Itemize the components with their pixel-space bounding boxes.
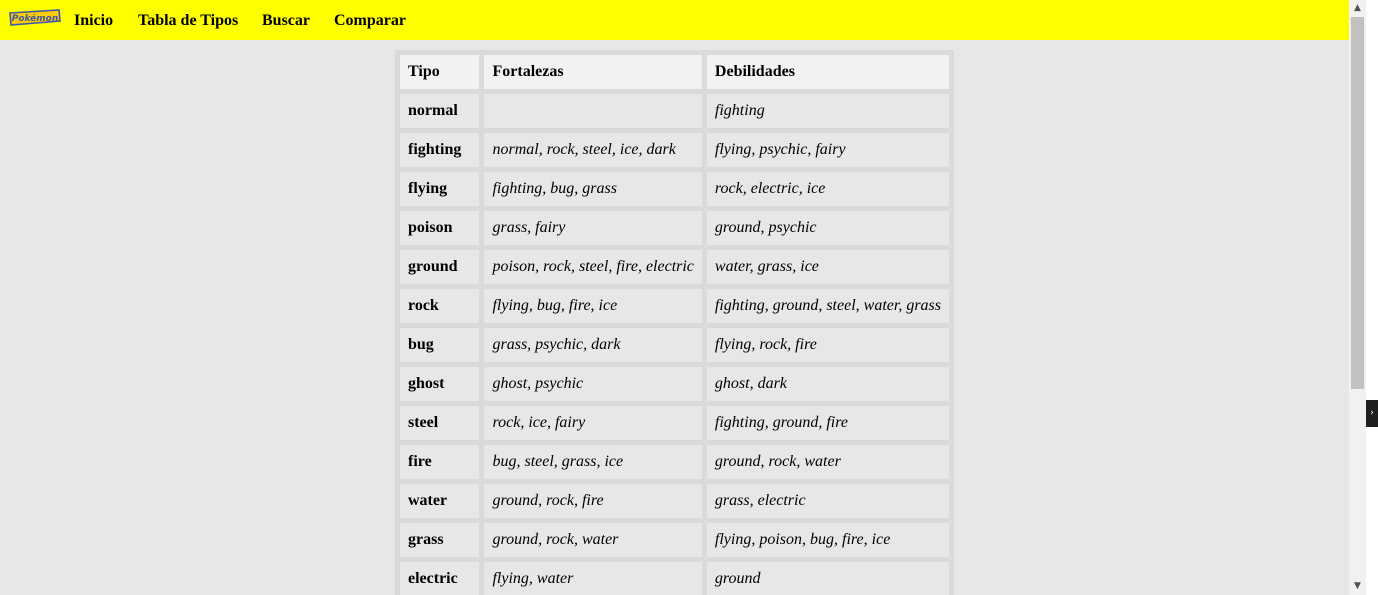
pokemon-logo[interactable]: Pokémon	[9, 9, 61, 27]
weaknesses-cell: ground	[706, 562, 949, 595]
weaknesses-cell: rock, electric, ice	[706, 172, 949, 206]
strengths-cell: ghost, psychic	[484, 367, 702, 401]
strengths-cell: grass, psychic, dark	[484, 328, 702, 362]
weaknesses-cell: ground, rock, water	[706, 445, 949, 479]
strengths-cell: grass, fairy	[484, 211, 702, 245]
scroll-up-icon[interactable]: ▲	[1349, 0, 1366, 17]
table-row: rock flying, bug, fire, ice fighting, grou…	[400, 289, 949, 323]
strengths-cell: ground, rock, water	[484, 523, 702, 557]
strengths-cell: poison, rock, steel, fire, electric	[484, 250, 702, 284]
table-row: normal fighting	[400, 94, 949, 128]
table-row: flying fighting, bug, grass rock, electric…	[400, 172, 949, 206]
nav-link-comparar[interactable]: Comparar	[334, 11, 406, 31]
nav-link-buscar[interactable]: Buscar	[262, 11, 310, 31]
weaknesses-cell: ground, psychic	[706, 211, 949, 245]
table-row: ground poison, rock, steel, fire, electri…	[400, 250, 949, 284]
table-row: grass ground, rock, water flying, poison, …	[400, 523, 949, 557]
type-name-cell: grass	[400, 523, 480, 557]
weaknesses-cell: grass, electric	[706, 484, 949, 518]
scroll-thumb[interactable]	[1351, 17, 1364, 389]
type-name-cell: ground	[400, 250, 480, 284]
type-name-cell: normal	[400, 94, 480, 128]
side-strip	[1366, 0, 1378, 595]
weaknesses-cell: flying, psychic, fairy	[706, 133, 949, 167]
nav-link-tabla-de-tipos[interactable]: Tabla de Tipos	[138, 11, 238, 31]
type-name-cell: poison	[400, 211, 480, 245]
table-row: bug grass, psychic, dark flying, rock, fir…	[400, 328, 949, 362]
weaknesses-cell: fighting, ground, steel, water, grass	[706, 289, 949, 323]
type-name-cell: rock	[400, 289, 480, 323]
strengths-cell: rock, ice, fairy	[484, 406, 702, 440]
nav-link-inicio[interactable]: Inicio	[74, 11, 113, 31]
strengths-cell: ground, rock, fire	[484, 484, 702, 518]
table-row: ghost ghost, psychic ghost, dark	[400, 367, 949, 401]
page-viewport: Pokémon Inicio Tabla de Tipos Buscar Com…	[0, 0, 1349, 595]
type-name-cell: bug	[400, 328, 480, 362]
header-debilidades: Debilidades	[706, 55, 949, 89]
type-table-container: Tipo Fortalezas Debilidades normal fighti…	[395, 50, 954, 595]
table-row: fire bug, steel, grass, ice ground, rock, …	[400, 445, 949, 479]
table-row: fighting normal, rock, steel, ice, dark fl…	[400, 133, 949, 167]
svg-text:Pokémon: Pokémon	[12, 13, 59, 24]
weaknesses-cell: fighting	[706, 94, 949, 128]
type-name-cell: steel	[400, 406, 480, 440]
table-row: electric flying, water ground	[400, 562, 949, 595]
type-table: Tipo Fortalezas Debilidades normal fighti…	[395, 50, 954, 595]
chevron-icon[interactable]: ›	[1366, 400, 1378, 427]
vertical-scrollbar[interactable]: ▲ ▼	[1349, 0, 1366, 595]
type-name-cell: flying	[400, 172, 480, 206]
strengths-cell: flying, bug, fire, ice	[484, 289, 702, 323]
strengths-cell: normal, rock, steel, ice, dark	[484, 133, 702, 167]
type-name-cell: fire	[400, 445, 480, 479]
table-row: water ground, rock, fire grass, electric	[400, 484, 949, 518]
table-row: poison grass, fairy ground, psychic	[400, 211, 949, 245]
weaknesses-cell: flying, rock, fire	[706, 328, 949, 362]
scroll-down-icon[interactable]: ▼	[1349, 578, 1366, 595]
table-body: normal fighting fighting normal, rock, stee…	[400, 94, 949, 595]
type-name-cell: electric	[400, 562, 480, 595]
weaknesses-cell: water, grass, ice	[706, 250, 949, 284]
strengths-cell: flying, water	[484, 562, 702, 595]
navbar: Pokémon Inicio Tabla de Tipos Buscar Com…	[0, 0, 1349, 40]
table-header-row: Tipo Fortalezas Debilidades	[400, 55, 949, 89]
type-name-cell: fighting	[400, 133, 480, 167]
strengths-cell	[484, 94, 702, 128]
header-fortalezas: Fortalezas	[484, 55, 702, 89]
strengths-cell: fighting, bug, grass	[484, 172, 702, 206]
weaknesses-cell: ghost, dark	[706, 367, 949, 401]
strengths-cell: bug, steel, grass, ice	[484, 445, 702, 479]
header-tipo: Tipo	[400, 55, 480, 89]
type-name-cell: water	[400, 484, 480, 518]
type-name-cell: ghost	[400, 367, 480, 401]
table-row: steel rock, ice, fairy fighting, ground, f…	[400, 406, 949, 440]
weaknesses-cell: fighting, ground, fire	[706, 406, 949, 440]
weaknesses-cell: flying, poison, bug, fire, ice	[706, 523, 949, 557]
